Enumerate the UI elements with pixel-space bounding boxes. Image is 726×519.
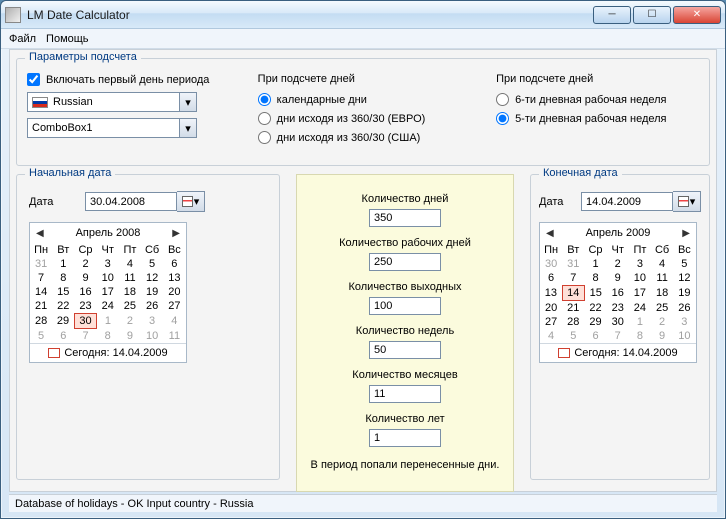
menu-file[interactable]: Файл [9, 33, 36, 45]
years-field[interactable] [369, 429, 441, 447]
language-combo[interactable]: Russian ▾ [27, 92, 197, 112]
status-text: Database of holidays - OK Input country … [15, 498, 253, 510]
end-date-picker[interactable]: ▾ [581, 191, 701, 212]
end-date-label: Дата [539, 196, 571, 208]
include-first-day-checkbox[interactable]: Включать первый день периода [27, 73, 238, 86]
radio-calendar-days[interactable]: календарные дни [258, 93, 476, 106]
calendar-icon[interactable]: ▾ [673, 191, 701, 212]
window-frame: LM Date Calculator ─ ☐ ✕ Файл Помощь Пар… [0, 0, 726, 519]
start-selected-day[interactable]: 30 [74, 314, 96, 329]
days-field[interactable] [369, 209, 441, 227]
dayoffs-label: Количество выходных [307, 281, 503, 293]
week-mode-label: При подсчете дней [496, 73, 699, 85]
combobox1[interactable]: ComboBox1 ▾ [27, 118, 197, 138]
app-icon [5, 7, 21, 23]
include-first-day-input[interactable] [27, 73, 40, 86]
flag-russia-icon [32, 97, 48, 108]
content-area: Параметры подсчета Включать первый день … [9, 49, 717, 492]
menu-help[interactable]: Помощь [46, 33, 89, 45]
radio-360-euro[interactable]: дни исходя из 360/30 (ЕВРО) [258, 112, 476, 125]
start-date-field[interactable] [85, 192, 177, 211]
days-label: Количество дней [307, 193, 503, 205]
workdays-field[interactable] [369, 253, 441, 271]
start-legend: Начальная дата [25, 167, 115, 179]
results-panel: Количество дней Количество рабочих дней … [296, 174, 514, 492]
window-title: LM Date Calculator [27, 8, 593, 22]
dayoffs-field[interactable] [369, 297, 441, 315]
workdays-label: Количество рабочих дней [307, 237, 503, 249]
today-marker-icon [48, 348, 60, 358]
status-bar: Database of holidays - OK Input country … [9, 494, 717, 512]
end-date-field[interactable] [581, 192, 673, 211]
calendar-icon[interactable]: ▾ [177, 191, 205, 212]
start-today-link[interactable]: Сегодня: 14.04.2009 [30, 343, 186, 362]
today-marker-icon [558, 348, 570, 358]
end-today-link[interactable]: Сегодня: 14.04.2009 [540, 343, 696, 362]
minimize-button[interactable]: ─ [593, 6, 631, 24]
years-label: Количество лет [307, 413, 503, 425]
start-date-group: Начальная дата Дата ▾ ◀ Апрель 2008 ▶ Пн… [16, 174, 280, 480]
next-month-button[interactable]: ▶ [682, 228, 690, 239]
prev-month-button[interactable]: ◀ [546, 228, 554, 239]
chevron-down-icon[interactable]: ▾ [179, 119, 196, 137]
menubar: Файл Помощь [1, 29, 725, 49]
weeks-label: Количество недель [307, 325, 503, 337]
start-calendar[interactable]: ◀ Апрель 2008 ▶ ПнВтСрЧтПтСбВс 31123456 … [29, 222, 187, 363]
end-legend: Конечная дата [539, 167, 622, 179]
params-group: Параметры подсчета Включать первый день … [16, 58, 710, 166]
start-calendar-grid: ПнВтСрЧтПтСбВс 31123456 78910111213 1415… [30, 243, 186, 343]
results-note: В период попали перенесенные дни. [307, 459, 503, 471]
end-selected-day[interactable]: 14 [562, 286, 584, 301]
next-month-button[interactable]: ▶ [172, 228, 180, 239]
start-month-title: Апрель 2008 [76, 227, 141, 239]
start-date-label: Дата [29, 196, 67, 208]
radio-6day-week[interactable]: 6-ти дневная рабочая неделя [496, 93, 699, 106]
end-date-group: Конечная дата Дата ▾ ◀ Апрель 2009 ▶ ПнВ… [530, 174, 710, 480]
start-date-picker[interactable]: ▾ [85, 191, 205, 212]
days-mode-label: При подсчете дней [258, 73, 476, 85]
language-value: Russian [53, 96, 93, 108]
weeks-field[interactable] [369, 341, 441, 359]
titlebar[interactable]: LM Date Calculator ─ ☐ ✕ [1, 1, 725, 29]
close-button[interactable]: ✕ [673, 6, 721, 24]
end-calendar-grid: ПнВтСрЧтПтСбВс 303112345 6789101112 1314… [540, 243, 696, 343]
combobox1-value: ComboBox1 [32, 122, 93, 134]
end-calendar[interactable]: ◀ Апрель 2009 ▶ ПнВтСрЧтПтСбВс 303112345… [539, 222, 697, 363]
end-month-title: Апрель 2009 [586, 227, 651, 239]
include-first-day-label: Включать первый день периода [46, 74, 209, 86]
maximize-button[interactable]: ☐ [633, 6, 671, 24]
params-legend: Параметры подсчета [25, 51, 141, 63]
months-label: Количество месяцев [307, 369, 503, 381]
radio-5day-week[interactable]: 5-ти дневная рабочая неделя [496, 112, 699, 125]
prev-month-button[interactable]: ◀ [36, 228, 44, 239]
chevron-down-icon[interactable]: ▾ [179, 93, 196, 111]
months-field[interactable] [369, 385, 441, 403]
radio-360-usa[interactable]: дни исходя из 360/30 (США) [258, 131, 476, 144]
